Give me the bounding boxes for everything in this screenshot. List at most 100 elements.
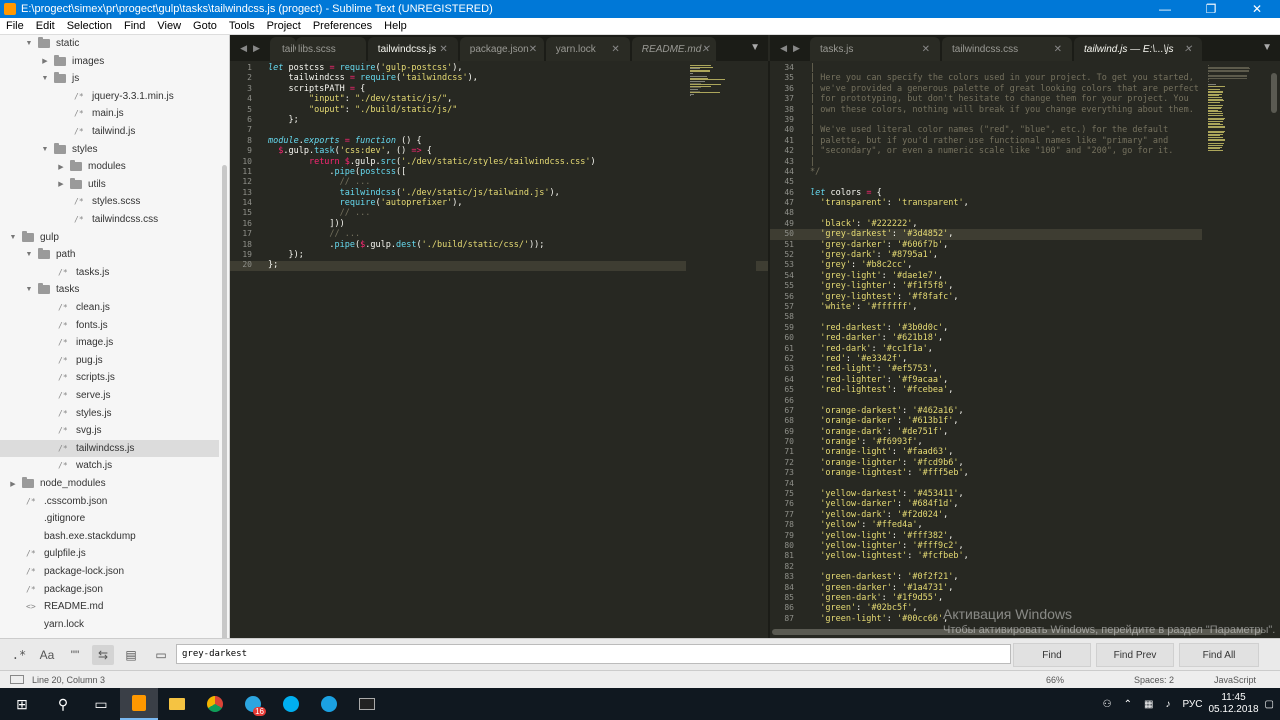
editor-tab[interactable]: tasks.js ✕	[810, 37, 940, 61]
find-prev-button[interactable]: Find Prev	[1096, 643, 1174, 667]
menu-selection[interactable]: Selection	[61, 20, 118, 32]
file-item[interactable]: /* serve.js	[0, 387, 219, 404]
arrow-right-icon[interactable]: ▶	[793, 43, 800, 54]
code-area[interactable]: | | Here you can specify the colors used …	[810, 63, 1199, 624]
file-item[interactable]: .gitignore	[0, 510, 219, 527]
close-tab-icon[interactable]: ✕	[1184, 44, 1192, 55]
clock[interactable]: 11:45 05.12.2018	[1208, 692, 1258, 716]
close-tab-icon[interactable]: ✕	[1054, 44, 1062, 55]
file-item[interactable]: /* package.json	[0, 581, 219, 598]
folder-item[interactable]: ▼ gulp	[0, 229, 219, 246]
chevron-down-icon[interactable]: ▼	[40, 75, 50, 82]
tab-nav-arrows[interactable]: ◀ ▶	[770, 35, 810, 61]
language-indicator[interactable]: РУС	[1182, 699, 1202, 710]
folder-item[interactable]: ▼ js	[0, 70, 219, 87]
left-editor[interactable]: 1 2 3 4 5 6 7 8 9 10 11 12 13 14 15 16 17 18 19 20 let post…	[230, 61, 768, 638]
windows-icon[interactable]: ⊞	[0, 688, 44, 720]
code-area[interactable]: let postcss = require('gulp-postcss'), t…	[268, 63, 596, 271]
folder-item[interactable]: ▶ utils	[0, 176, 219, 193]
file-item[interactable]: /* package-lock.json	[0, 563, 219, 580]
editor-tab[interactable]: yarn.lock ✕	[545, 37, 630, 61]
file-item[interactable]: /* jquery-3.3.1.min.js	[0, 88, 219, 105]
file-item[interactable]: /* watch.js	[0, 457, 219, 474]
chevron-up-icon[interactable]: ⌃	[1124, 699, 1132, 710]
file-item[interactable]: /* scripts.js	[0, 369, 219, 386]
find-button[interactable]: Find	[1013, 643, 1091, 667]
folder-item[interactable]: ▼ static	[0, 35, 219, 52]
file-item[interactable]: /* tailwindcss.css	[0, 211, 219, 228]
editor-tab[interactable]: tailw	[270, 37, 296, 61]
arrow-left-icon[interactable]: ◀	[780, 43, 787, 54]
folder-item[interactable]: ▼ path	[0, 246, 219, 263]
telegram-icon[interactable]: 16	[234, 688, 272, 720]
panel-toggle-icon[interactable]	[10, 675, 24, 684]
terminal-icon[interactable]	[348, 688, 386, 720]
folder-item[interactable]: ▶ modules	[0, 158, 219, 175]
people-icon[interactable]: ⚇	[1103, 699, 1112, 710]
tab-nav-arrows[interactable]: ◀ ▶	[230, 35, 270, 61]
close-tab-icon[interactable]: ✕	[701, 44, 709, 55]
arrow-right-icon[interactable]: ▶	[253, 43, 260, 54]
regex-toggle[interactable]: .*	[8, 645, 30, 665]
in-selection-icon[interactable]: ▤	[120, 645, 142, 665]
file-item[interactable]: /* tailwind.js	[0, 123, 219, 140]
close-tab-icon[interactable]: ✕	[611, 44, 619, 55]
network-icon[interactable]: ▦	[1144, 699, 1153, 710]
menu-project[interactable]: Project	[261, 20, 307, 32]
tab-dropdown-icon[interactable]: ▼	[1262, 42, 1272, 53]
minimize-button[interactable]: —	[1142, 0, 1188, 18]
skype-icon[interactable]	[272, 688, 310, 720]
tab-dropdown-icon[interactable]: ▼	[750, 42, 760, 53]
file-item[interactable]: /* styles.scss	[0, 193, 219, 210]
chevron-right-icon[interactable]: ▶	[8, 480, 18, 488]
editor-tab[interactable]: libs.scss	[296, 37, 366, 61]
chevron-down-icon[interactable]: ▼	[24, 251, 34, 258]
editor-tab[interactable]: tailwind.js — E:\...\js ✕	[1074, 37, 1202, 61]
task-view-icon[interactable]: ▭	[82, 688, 120, 720]
arrow-left-icon[interactable]: ◀	[240, 43, 247, 54]
file-item[interactable]: /* fonts.js	[0, 317, 219, 334]
file-item[interactable]: /* main.js	[0, 105, 219, 122]
folder-item[interactable]: ▼ tasks	[0, 281, 219, 298]
volume-icon[interactable]: ♪	[1165, 699, 1170, 710]
close-tab-icon[interactable]: ✕	[529, 44, 537, 55]
editor-tab[interactable]: tailwindcss.css ✕	[942, 37, 1072, 61]
folder-item[interactable]: ▶ images	[0, 53, 219, 70]
chevron-down-icon[interactable]: ▼	[40, 146, 50, 153]
folder-item[interactable]: ▼ styles	[0, 141, 219, 158]
file-item[interactable]: /* gulpfile.js	[0, 545, 219, 562]
file-item[interactable]: bash.exe.stackdump	[0, 528, 219, 545]
menu-file[interactable]: File	[0, 20, 30, 32]
case-sensitive-toggle[interactable]: Aa	[36, 645, 58, 665]
wrap-icon[interactable]: ⇆	[92, 645, 114, 665]
find-input[interactable]	[176, 644, 1011, 664]
folder-item[interactable]: ▶ node_modules	[0, 475, 219, 492]
file-item[interactable]: /* image.js	[0, 334, 219, 351]
search-icon[interactable]: ⚲	[44, 688, 82, 720]
chevron-down-icon[interactable]: ▼	[24, 40, 34, 47]
menu-preferences[interactable]: Preferences	[307, 20, 378, 32]
maximize-button[interactable]: ❐	[1188, 0, 1234, 18]
indentation-setting[interactable]: Spaces: 2	[1134, 675, 1174, 685]
editor-tab[interactable]: README.md ✕	[631, 37, 716, 61]
syntax-setting[interactable]: JavaScript	[1214, 675, 1256, 685]
menu-view[interactable]: View	[151, 20, 187, 32]
minimap[interactable]	[686, 61, 756, 638]
file-item[interactable]: /* svg.js	[0, 422, 219, 439]
file-item[interactable]: /* styles.js	[0, 405, 219, 422]
file-item[interactable]: /* .csscomb.json	[0, 493, 219, 510]
right-editor[interactable]: 34 35 36 37 38 39 40 41 42 43 44 45 46 47 48 49 50 51 52 53…	[770, 61, 1280, 638]
menu-find[interactable]: Find	[118, 20, 151, 32]
vertical-scrollbar[interactable]	[1271, 73, 1277, 113]
chevron-right-icon[interactable]: ▶	[40, 57, 50, 65]
menu-tools[interactable]: Tools	[223, 20, 261, 32]
close-button[interactable]: ✕	[1234, 0, 1280, 18]
file-item[interactable]: /* tasks.js	[0, 264, 219, 281]
file-explorer-icon[interactable]	[158, 688, 196, 720]
notifications-icon[interactable]: ▢	[1265, 699, 1274, 710]
chrome-icon[interactable]	[196, 688, 234, 720]
app-icon[interactable]	[310, 688, 348, 720]
chevron-down-icon[interactable]: ▼	[8, 234, 18, 241]
editor-tab[interactable]: package.json ✕	[459, 37, 544, 61]
chevron-down-icon[interactable]: ▼	[24, 286, 34, 293]
